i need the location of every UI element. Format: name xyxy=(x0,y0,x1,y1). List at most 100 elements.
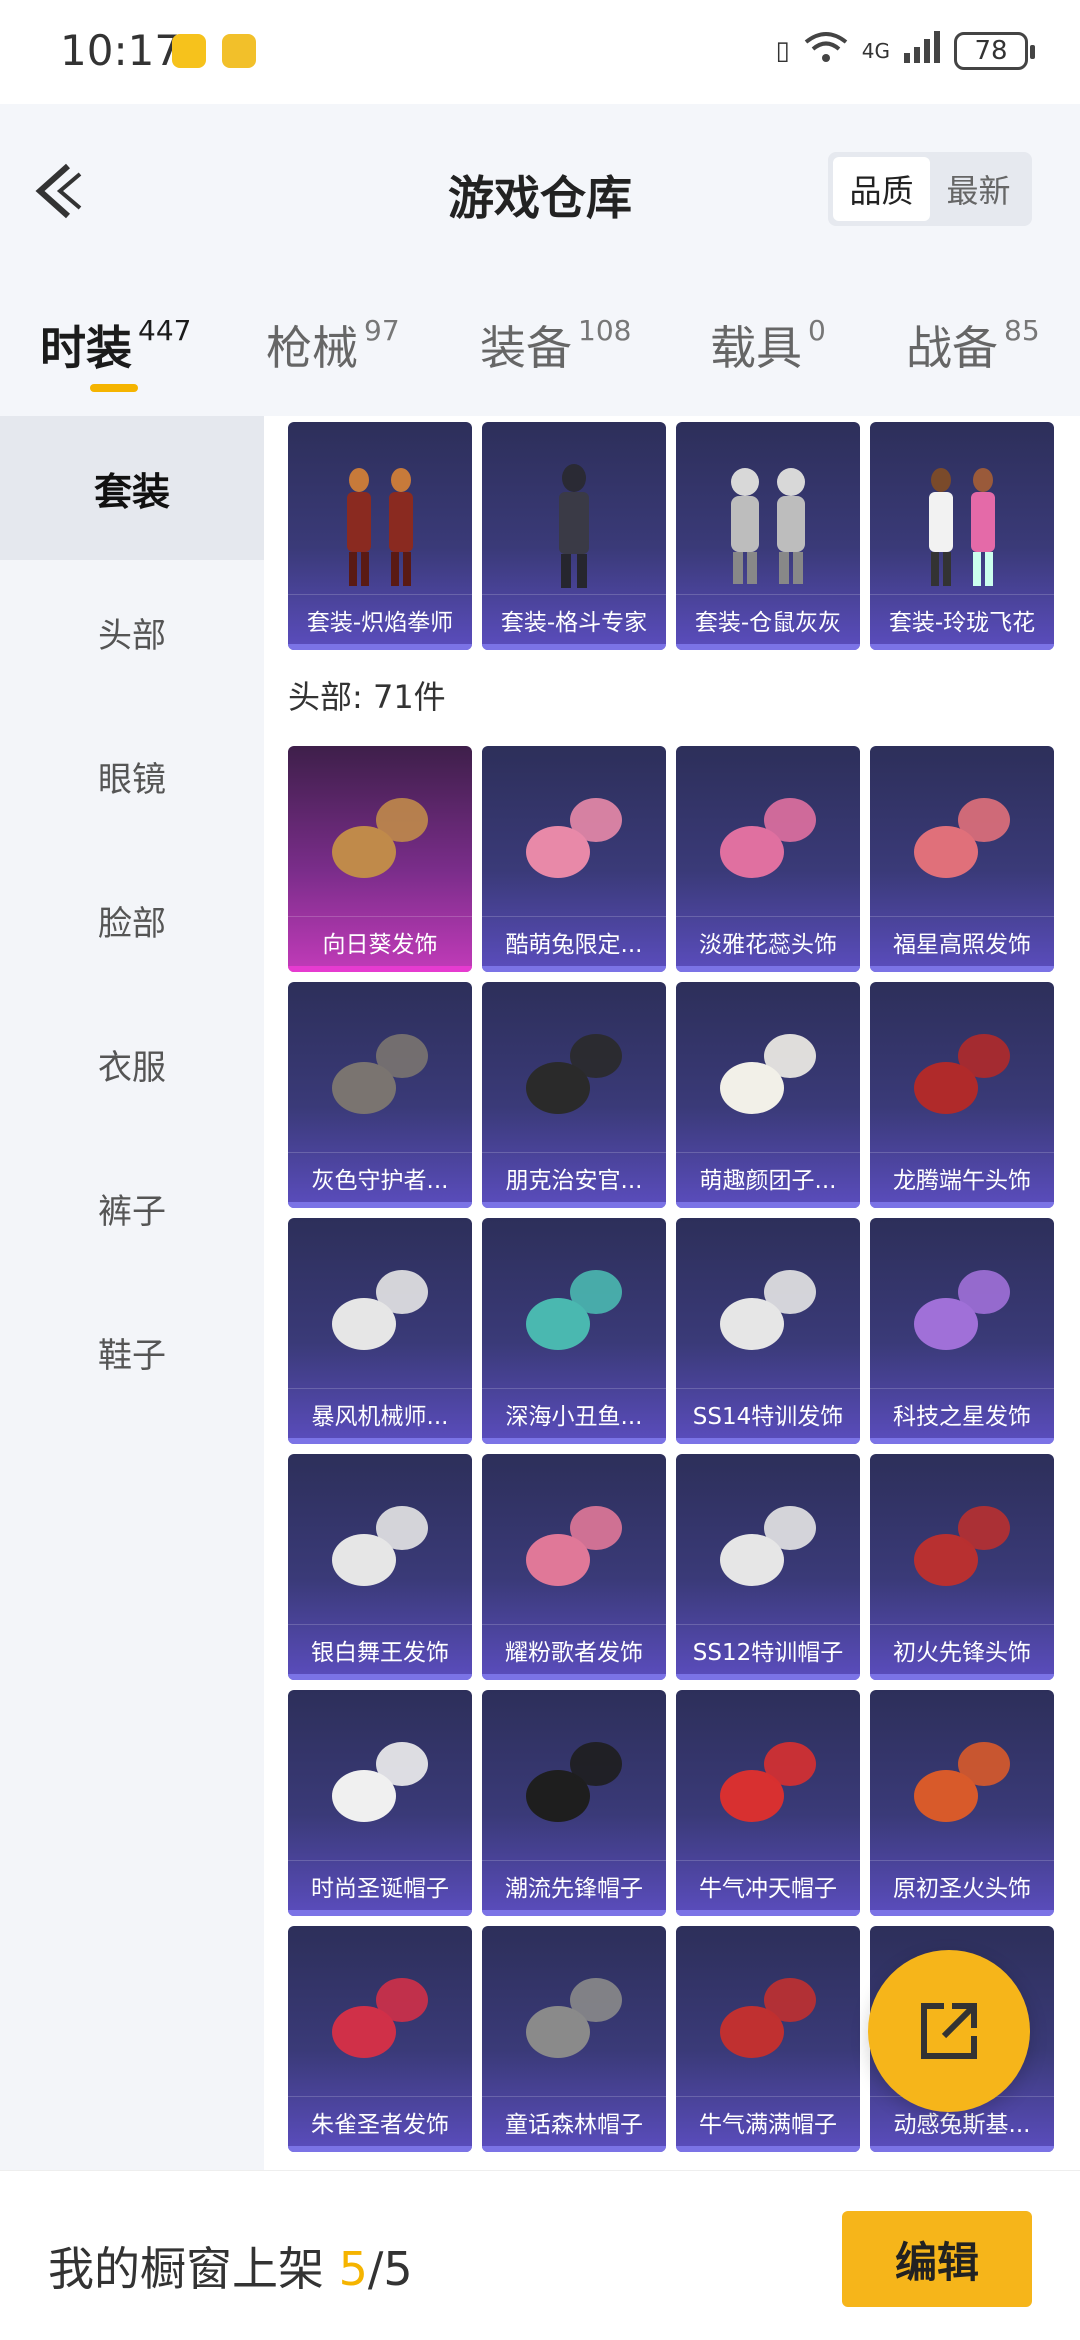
item-name: 向日葵发饰 xyxy=(288,916,472,966)
head-item-art-icon xyxy=(332,1506,428,1586)
head-item-card[interactable]: 灰色守护者... xyxy=(288,982,472,1208)
tab-equipment[interactable]: 装备 108 xyxy=(480,312,631,378)
head-item-card[interactable]: 萌趣颜团子... xyxy=(676,982,860,1208)
sidebar-item-clothes[interactable]: 衣服 xyxy=(0,992,264,1136)
outfit-card[interactable]: 套装-玲珑飞花 xyxy=(870,422,1054,650)
tab-label: 时装 xyxy=(40,321,132,375)
head-item-card[interactable]: 淡雅花蕊头饰 xyxy=(676,746,860,972)
item-name: SS14特训发饰 xyxy=(676,1388,860,1438)
head-item-card[interactable]: SS12特训帽子 xyxy=(676,1454,860,1680)
tab-label: 载具 xyxy=(710,321,802,375)
tab-fashion[interactable]: 时装 447 xyxy=(40,312,191,378)
head-item-card[interactable]: 耀粉歌者发饰 xyxy=(482,1454,666,1680)
sidebar-item-head[interactable]: 头部 xyxy=(0,560,264,704)
head-item-card[interactable]: 牛气冲天帽子 xyxy=(676,1690,860,1916)
head-item-art-icon xyxy=(720,1742,816,1822)
tab-count: 85 xyxy=(1004,314,1040,347)
outfit-card[interactable]: 套装-仓鼠灰灰 xyxy=(676,422,860,650)
sidebar-item-shoes[interactable]: 鞋子 xyxy=(0,1280,264,1424)
network-type: 4G xyxy=(861,38,890,63)
head-item-art-icon xyxy=(332,1034,428,1114)
item-name: 萌趣颜团子... xyxy=(676,1152,860,1202)
head-item-art-icon xyxy=(914,1034,1010,1114)
head-item-card[interactable]: 童话森林帽子 xyxy=(482,1926,666,2152)
tab-count: 108 xyxy=(578,314,632,347)
app-notification-icon xyxy=(222,34,256,68)
header: 游戏仓库 品质 最新 xyxy=(0,104,1080,276)
item-name: 初火先锋头饰 xyxy=(870,1624,1054,1674)
head-item-card[interactable]: 潮流先锋帽子 xyxy=(482,1690,666,1916)
sidebar-item-pants[interactable]: 裤子 xyxy=(0,1136,264,1280)
head-item-card[interactable]: 初火先锋头饰 xyxy=(870,1454,1054,1680)
head-item-art-icon xyxy=(914,1742,1010,1822)
tab-supplies[interactable]: 战备 85 xyxy=(906,312,1040,378)
edit-button[interactable]: 编辑 xyxy=(842,2211,1032,2307)
tab-label: 枪械 xyxy=(266,321,358,375)
vibrate-icon: ▯ xyxy=(775,35,790,66)
head-item-card[interactable]: SS14特训发饰 xyxy=(676,1218,860,1444)
bottom-bar: 我的橱窗上架 5/5 编辑 xyxy=(0,2170,1080,2340)
head-item-card[interactable]: 龙腾端午头饰 xyxy=(870,982,1054,1208)
outfit-grid: 套装-炽焰拳师 套装-格斗专家 套装-仓鼠灰灰 套装-玲珑飞花 xyxy=(288,422,1054,650)
head-item-card[interactable]: 向日葵发饰 xyxy=(288,746,472,972)
item-name: 牛气满满帽子 xyxy=(676,2096,860,2146)
item-name: 套装-格斗专家 xyxy=(482,594,666,644)
showcase-status: 我的橱窗上架 5/5 xyxy=(48,2233,413,2299)
battery-level: 78 xyxy=(974,35,1008,66)
item-name: 潮流先锋帽子 xyxy=(482,1860,666,1910)
item-name: 耀粉歌者发饰 xyxy=(482,1624,666,1674)
app-notification-icon xyxy=(172,34,206,68)
head-item-card[interactable]: 科技之星发饰 xyxy=(870,1218,1054,1444)
head-item-art-icon xyxy=(720,1978,816,2058)
head-item-card[interactable]: 时尚圣诞帽子 xyxy=(288,1690,472,1916)
item-name: 福星高照发饰 xyxy=(870,916,1054,966)
outfit-figure-icon xyxy=(929,468,995,586)
sort-toggle: 品质 最新 xyxy=(828,152,1032,226)
item-name: SS12特训帽子 xyxy=(676,1624,860,1674)
head-item-art-icon xyxy=(332,1978,428,2058)
sidebar-item-glasses[interactable]: 眼镜 xyxy=(0,704,264,848)
item-name: 银白舞王发饰 xyxy=(288,1624,472,1674)
head-item-art-icon xyxy=(526,1506,622,1586)
head-item-card[interactable]: 牛气满满帽子 xyxy=(676,1926,860,2152)
outfit-figure-icon xyxy=(347,468,413,586)
item-name: 时尚圣诞帽子 xyxy=(288,1860,472,1910)
item-name: 灰色守护者... xyxy=(288,1152,472,1202)
head-item-card[interactable]: 朱雀圣者发饰 xyxy=(288,1926,472,2152)
sidebar-item-outfit[interactable]: 套装 xyxy=(0,416,264,560)
battery-icon: 78 xyxy=(954,31,1035,70)
sort-option-quality[interactable]: 品质 xyxy=(833,157,930,221)
head-item-art-icon xyxy=(526,798,622,878)
share-icon xyxy=(921,2003,977,2059)
head-item-art-icon xyxy=(526,1034,622,1114)
item-name: 淡雅花蕊头饰 xyxy=(676,916,860,966)
item-name: 科技之星发饰 xyxy=(870,1388,1054,1438)
head-item-card[interactable]: 原初圣火头饰 xyxy=(870,1690,1054,1916)
item-name: 套装-玲珑飞花 xyxy=(870,594,1054,644)
head-item-card[interactable]: 福星高照发饰 xyxy=(870,746,1054,972)
sort-option-newest[interactable]: 最新 xyxy=(930,157,1027,221)
outfit-card[interactable]: 套装-炽焰拳师 xyxy=(288,422,472,650)
item-name: 套装-仓鼠灰灰 xyxy=(676,594,860,644)
head-section-label: 头部: 71件 xyxy=(288,678,446,716)
head-item-card[interactable]: 深海小丑鱼... xyxy=(482,1218,666,1444)
head-item-card[interactable]: 朋克治安官... xyxy=(482,982,666,1208)
tab-vehicles[interactable]: 载具 0 xyxy=(710,312,826,378)
head-item-art-icon xyxy=(720,1270,816,1350)
head-item-card[interactable]: 银白舞王发饰 xyxy=(288,1454,472,1680)
sidebar-item-face[interactable]: 脸部 xyxy=(0,848,264,992)
head-item-card[interactable]: 暴风机械师... xyxy=(288,1218,472,1444)
signal-icon xyxy=(904,31,940,70)
head-item-art-icon xyxy=(914,1506,1010,1586)
head-item-card[interactable]: 酷萌兔限定... xyxy=(482,746,666,972)
item-name: 酷萌兔限定... xyxy=(482,916,666,966)
item-content: 套装-炽焰拳师 套装-格斗专家 套装-仓鼠灰灰 套装-玲珑飞花 头部: 71件 … xyxy=(264,416,1080,2170)
item-name: 原初圣火头饰 xyxy=(870,1860,1054,1910)
outfit-card[interactable]: 套装-格斗专家 xyxy=(482,422,666,650)
item-name: 暴风机械师... xyxy=(288,1388,472,1438)
tab-firearms[interactable]: 枪械 97 xyxy=(266,312,400,378)
item-name: 朱雀圣者发饰 xyxy=(288,2096,472,2146)
item-name: 朋克治安官... xyxy=(482,1152,666,1202)
head-item-art-icon xyxy=(332,1742,428,1822)
share-button[interactable] xyxy=(868,1950,1030,2112)
